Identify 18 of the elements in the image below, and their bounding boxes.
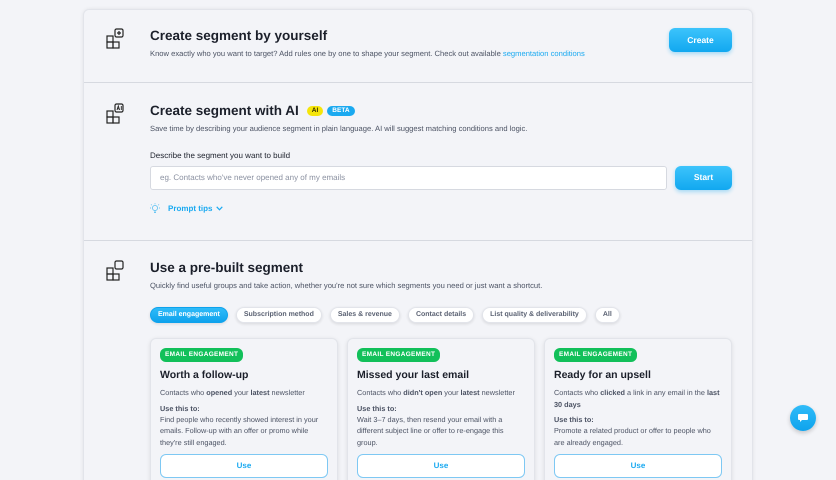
card-title: Worth a follow-up — [160, 368, 250, 383]
chevron-down-icon — [216, 206, 224, 212]
prompt-field[interactable]: eg. Contacts who've never opened any of my emails — [150, 166, 667, 190]
use-button[interactable]: Use — [160, 454, 328, 478]
lightbulb-icon — [150, 203, 160, 214]
section-title: Use a pre-built segment — [150, 260, 304, 276]
section-title: Create segment with AI — [150, 103, 299, 120]
prompt-tips-button[interactable]: Prompt tips — [150, 202, 224, 215]
create-button[interactable]: Create — [669, 28, 732, 52]
section-title: Create segment by yourself — [150, 28, 328, 44]
use-button[interactable]: Use — [554, 454, 722, 478]
chat-button[interactable] — [790, 405, 816, 431]
chat-icon — [798, 414, 808, 422]
card-title: Missed your last email — [357, 368, 470, 383]
start-button[interactable]: Start — [675, 166, 732, 190]
use-button[interactable]: Use — [357, 454, 525, 478]
field-label: Describe the segment you want to build — [150, 150, 292, 162]
card-title: Ready for an upsell — [554, 368, 652, 383]
